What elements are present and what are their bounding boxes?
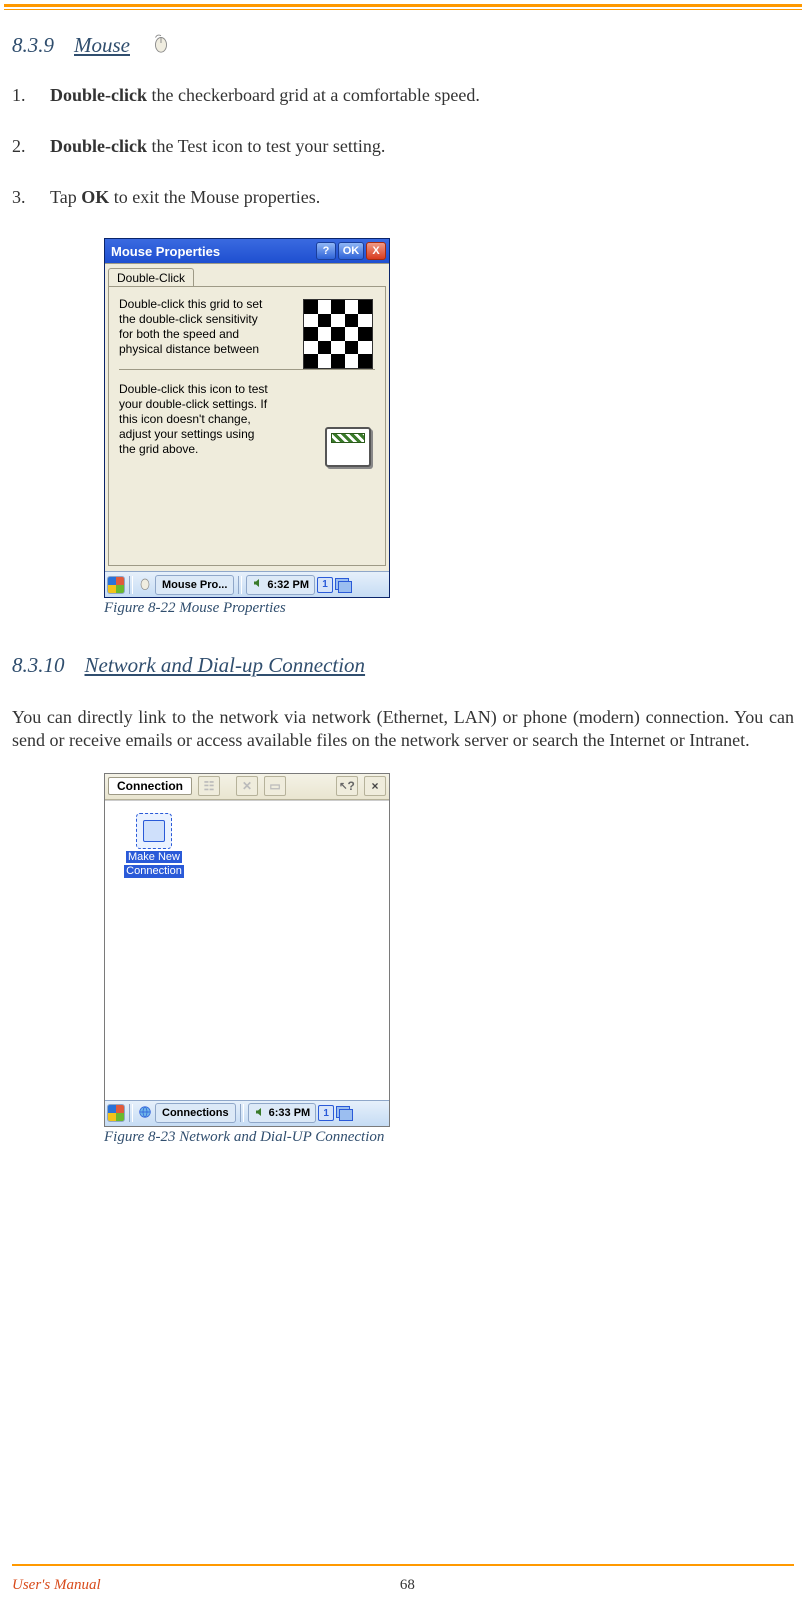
test-icon-instructions: Double-click this icon to test your doub… [119,382,274,457]
tab-panel: Double-click this grid to set the double… [108,286,386,566]
step-1: 1. Double-click the checkerboard grid at… [12,85,794,106]
connection-window: Connection ☷ ✕ ▭ ↖? × Make New Connectio… [104,773,390,1127]
titlebar: Mouse Properties ? OK X [105,239,389,263]
volume-icon [254,1106,266,1121]
start-button[interactable] [107,576,125,594]
clock-text: 6:33 PM [269,1107,311,1119]
taskbar-app-label: Mouse Pro... [162,579,227,591]
close-button[interactable]: × [364,776,386,796]
ok-button[interactable]: OK [338,242,364,260]
section-heading-network: 8.3.10 Network and Dial-up Connection [12,653,794,678]
icon-label-line1: Make New [126,851,182,864]
icon-label-line2: Connection [124,865,184,878]
taskbar-app-label: Connections [162,1107,229,1119]
taskbar-app-button[interactable]: Connections [155,1103,236,1123]
section-number: 8.3.9 [12,33,54,58]
step-pre: Tap [50,187,81,207]
tab-strip: Double-Click [105,264,389,286]
help-button[interactable]: ? [316,242,336,260]
page-number: 68 [400,1577,415,1594]
step-number: 1. [12,85,30,106]
step-2: 2. Double-click the Test icon to test yo… [12,136,794,157]
grid-instructions: Double-click this grid to set the double… [119,297,274,357]
keyboard-indicator[interactable]: 1 [318,1105,334,1121]
footer-rule [12,1564,794,1566]
step-bold: Double-click [50,136,147,156]
tab-double-click[interactable]: Double-Click [108,268,194,287]
taskbar-app-button[interactable]: Mouse Pro... [155,575,234,595]
section-title: Network and Dial-up Connection [85,653,366,678]
tray-clock[interactable]: 6:32 PM [246,575,315,595]
step-text: the checkerboard grid at a comfortable s… [147,85,480,105]
footer-label: User's Manual [12,1577,101,1594]
window-title: Mouse Properties [111,244,220,259]
steps-list: 1. Double-click the checkerboard grid at… [12,85,794,208]
globe-icon [137,1104,153,1123]
taskbar: Mouse Pro... 6:32 PM 1 [105,571,389,597]
section-title: Mouse [74,33,130,58]
figure-caption: Figure 8-23 Network and Dial-UP Connecti… [104,1129,794,1146]
close-button[interactable]: X [366,242,386,260]
start-button[interactable] [107,1104,125,1122]
step-text: the Test icon to test your setting. [147,136,385,156]
tray-clock[interactable]: 6:33 PM [248,1103,317,1123]
section-heading-mouse: 8.3.9 Mouse [12,32,794,59]
windows-switcher-icon[interactable] [336,1106,352,1120]
step-bold: OK [81,187,109,207]
step-bold: Double-click [50,85,147,105]
step-number: 2. [12,136,30,157]
window-body: Make New Connection [105,800,389,1100]
checkerboard-grid[interactable] [303,299,373,369]
network-paragraph: You can directly link to the network via… [12,706,794,753]
divider [119,369,375,370]
window-title: Connection [108,777,192,795]
help-arrow-icon: ↖ [339,781,347,792]
mouse-properties-window: Mouse Properties ? OK X Double-Click Dou… [104,238,390,598]
step-number: 3. [12,187,30,208]
test-icon[interactable] [325,427,371,467]
keyboard-indicator[interactable]: 1 [317,577,333,593]
tool-delete-icon[interactable]: ✕ [236,776,258,796]
new-connection-icon [136,813,172,849]
mouse-icon [150,32,172,59]
volume-icon [252,577,264,592]
clock-text: 6:32 PM [267,579,309,591]
make-new-connection-item[interactable]: Make New Connection [119,813,189,878]
windows-switcher-icon[interactable] [335,578,351,592]
step-3: 3. Tap OK to exit the Mouse properties. [12,187,794,208]
mouse-icon [137,575,153,594]
taskbar: Connections 6:33 PM 1 [105,1100,389,1126]
toolbar: Connection ☷ ✕ ▭ ↖? × [105,774,389,800]
context-help-button[interactable]: ↖? [336,776,358,796]
figure-caption: Figure 8-22 Mouse Properties [104,600,794,617]
step-text: to exit the Mouse properties. [109,187,320,207]
footer: User's Manual 68 [12,1577,794,1594]
tool-properties-icon[interactable]: ☷ [198,776,220,796]
section-number: 8.3.10 [12,653,65,678]
tool-doc-icon[interactable]: ▭ [264,776,286,796]
